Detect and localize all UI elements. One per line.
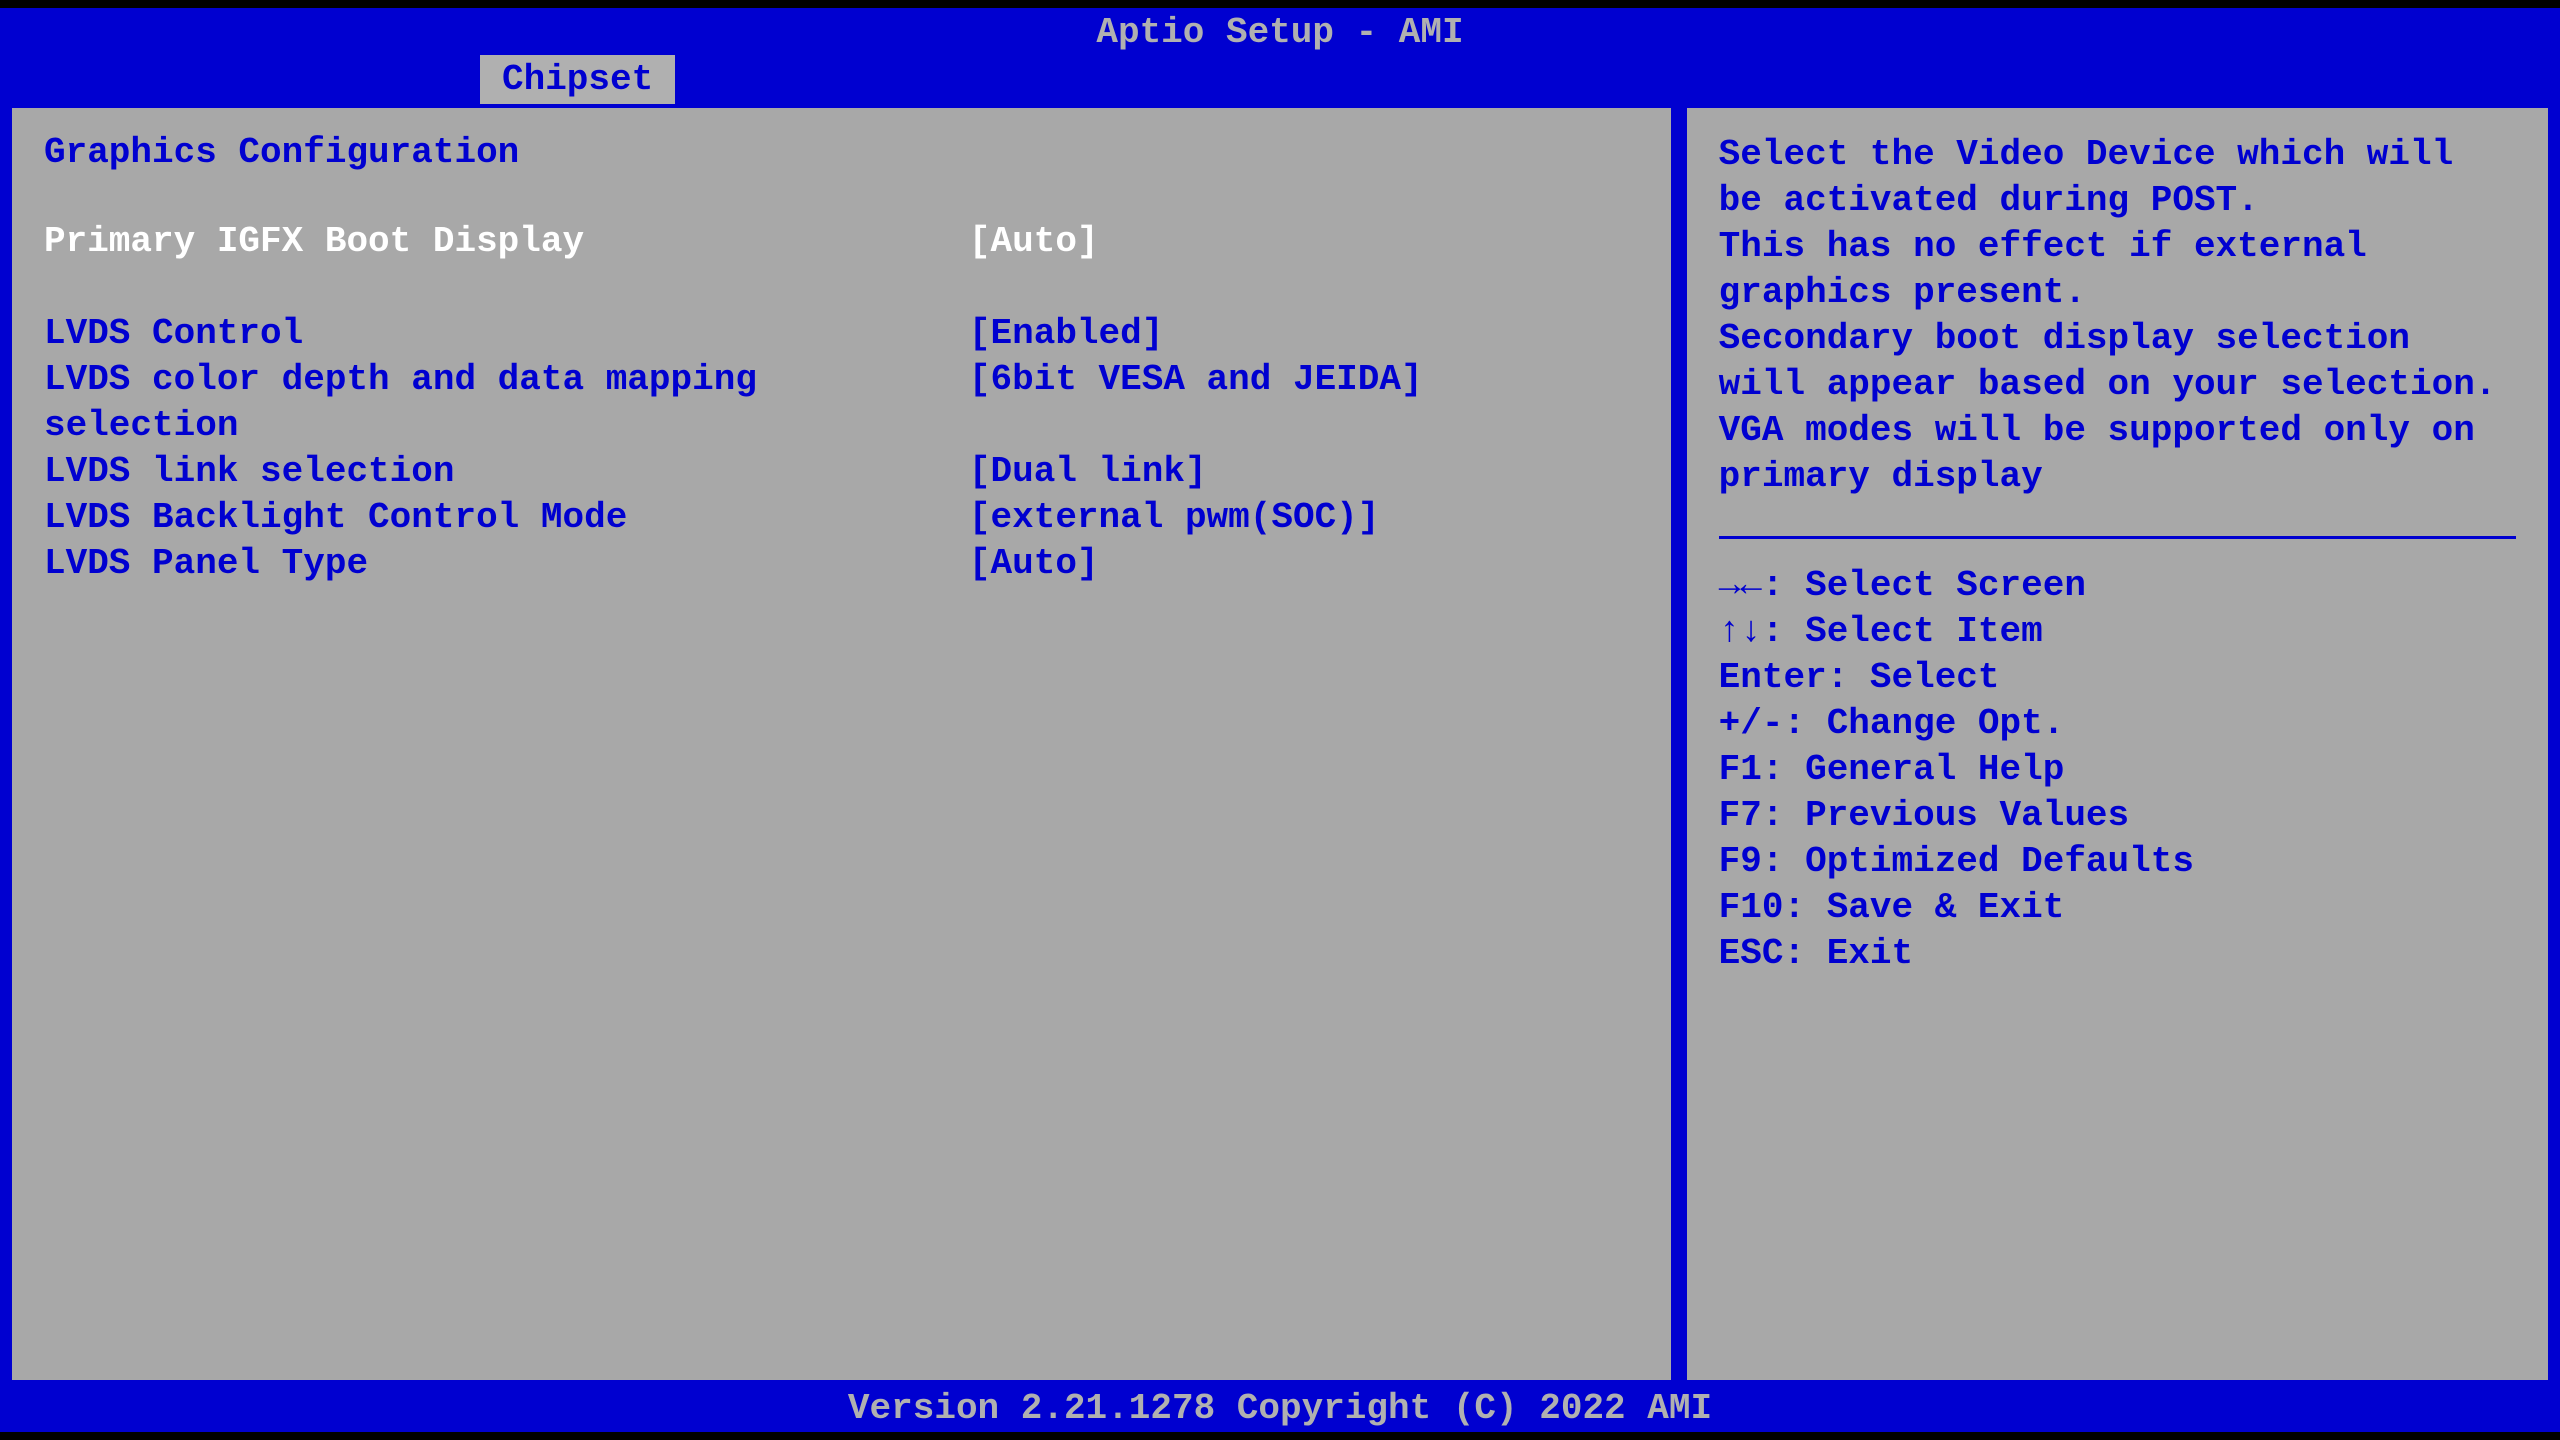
setting-value-5[interactable]: [Auto] [969,541,1639,587]
key-legend: →←: Select Screen↑↓: Select ItemEnter: S… [1719,563,2516,977]
setting-label-5[interactable]: LVDS Panel Type [44,541,969,587]
help-panel: Select the Video Device which will be ac… [1683,104,2552,1384]
setting-label-3[interactable]: LVDS link selection [44,449,969,495]
setting-value-4[interactable]: [external pwm(SOC)] [969,495,1639,541]
key-hint-2: Enter: Select [1719,655,2516,701]
key-hint-8: ESC: Exit [1719,931,2516,977]
setting-label-4[interactable]: LVDS Backlight Control Mode [44,495,969,541]
setting-value-1[interactable]: [Enabled] [969,311,1639,357]
section-title: Graphics Configuration [44,132,1639,173]
help-text: Select the Video Device which will be ac… [1719,132,2516,500]
setting-label-1[interactable]: LVDS Control [44,311,969,357]
setting-label-0[interactable]: Primary IGFX Boot Display [44,219,969,265]
setting-value-2[interactable]: [6bit VESA and JEIDA] [969,357,1639,449]
key-hint-3: +/-: Change Opt. [1719,701,2516,747]
setting-label-2[interactable]: LVDS color depth and data mapping select… [44,357,969,449]
setting-value-3[interactable]: [Dual link] [969,449,1639,495]
tab-row: Chipset [0,56,2560,104]
key-hint-7: F10: Save & Exit [1719,885,2516,931]
bios-title: Aptio Setup - AMI [0,8,2560,56]
key-hint-4: F1: General Help [1719,747,2516,793]
footer-copyright: Version 2.21.1278 Copyright (C) 2022 AMI [0,1384,2560,1432]
key-hint-6: F9: Optimized Defaults [1719,839,2516,885]
key-hint-5: F7: Previous Values [1719,793,2516,839]
key-hint-0: →←: Select Screen [1719,563,2516,609]
key-hint-1: ↑↓: Select Item [1719,609,2516,655]
tab-chipset[interactable]: Chipset [480,55,675,104]
help-divider [1719,536,2516,539]
settings-panel: Graphics Configuration Primary IGFX Boot… [8,104,1675,1384]
setting-value-0[interactable]: [Auto] [969,219,1639,265]
